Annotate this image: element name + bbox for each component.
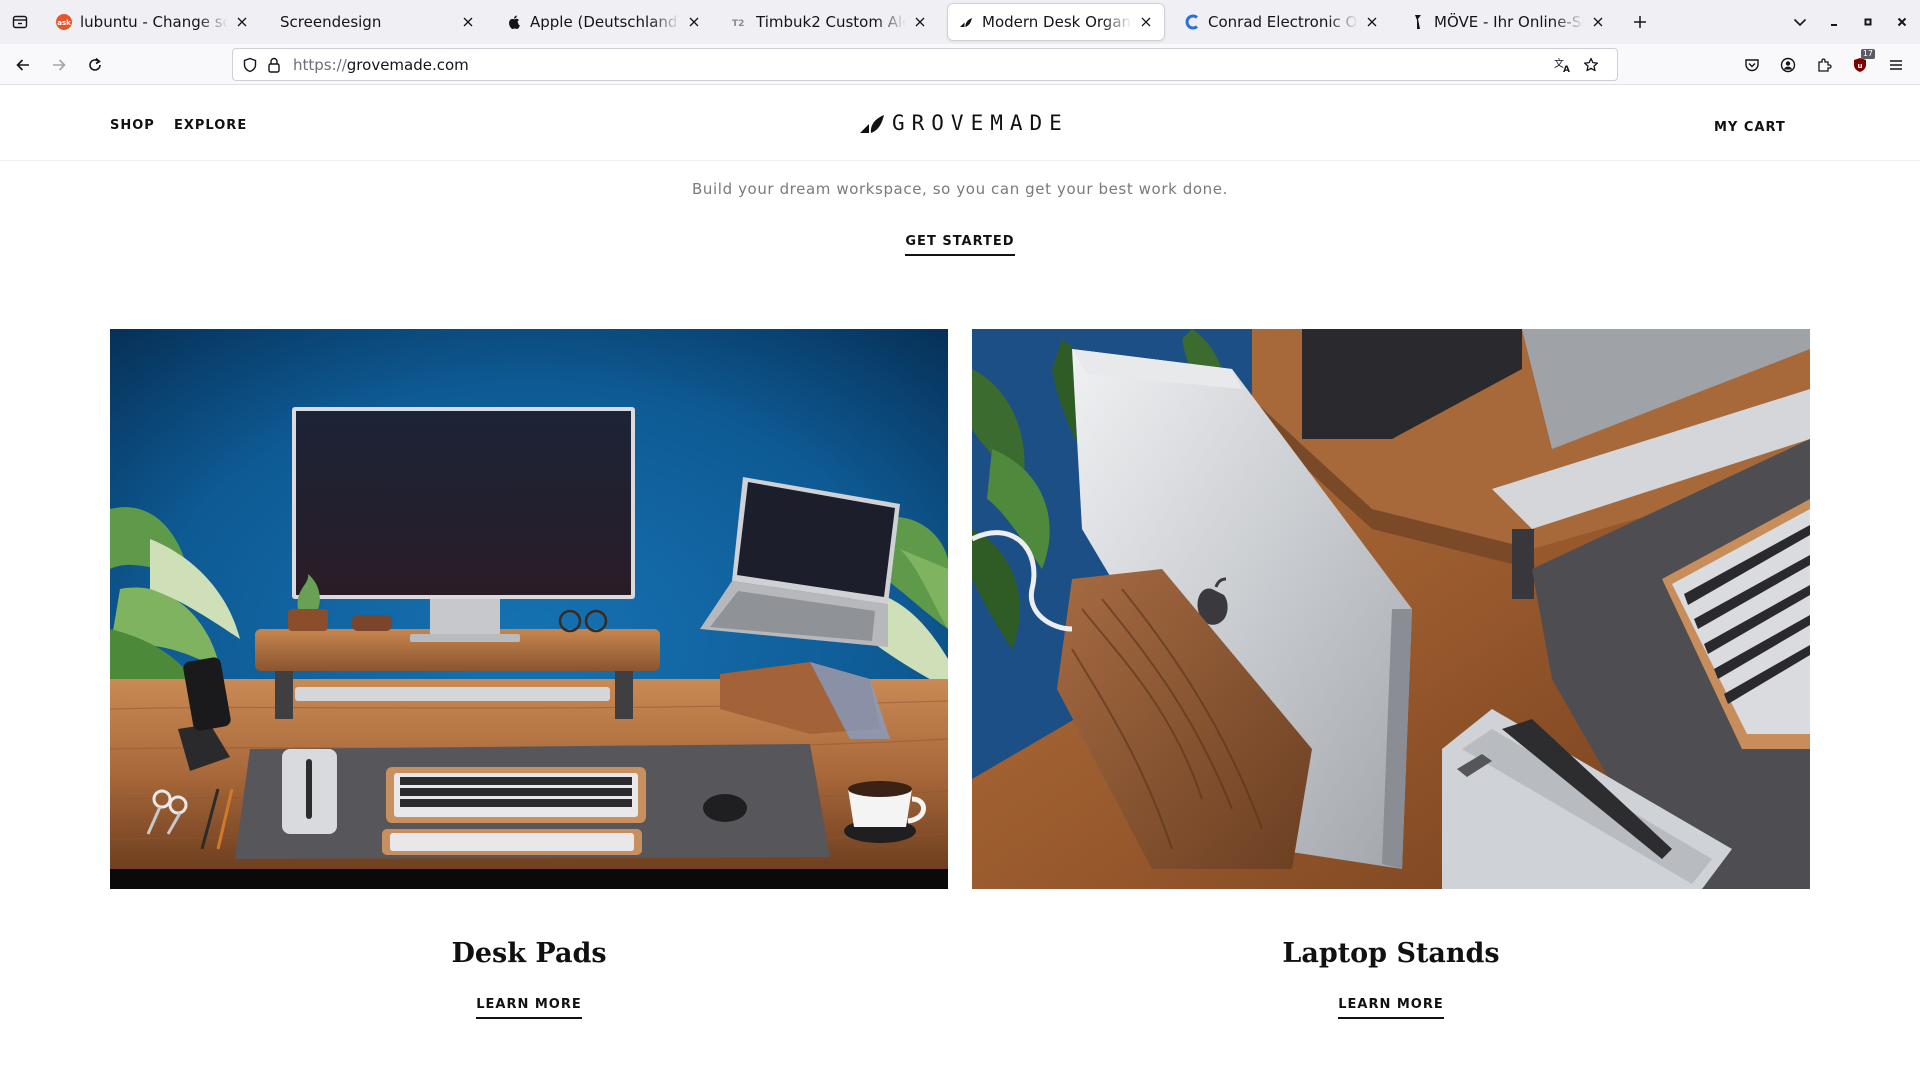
tab-title: Conrad Electronic Online <box>1208 13 1358 31</box>
maximize-button[interactable] <box>1856 10 1880 34</box>
tab-grovemade[interactable]: Modern Desk Organization <box>948 4 1164 40</box>
desk-pads-title[interactable]: Desk Pads <box>110 938 948 969</box>
tab-title: lubuntu - Change scrot on <box>80 13 228 31</box>
url-scheme: https:// <box>293 56 347 74</box>
new-tab-button[interactable] <box>1628 10 1652 34</box>
maximize-icon <box>1864 18 1872 26</box>
nav-toolbar: https://grovemade.com 文A u 17 <box>0 44 1920 85</box>
close-tab-icon[interactable] <box>1136 12 1156 32</box>
get-started-link[interactable]: GET STARTED <box>905 234 1015 256</box>
close-tab-icon[interactable] <box>684 12 704 32</box>
tab-timbuk2[interactable]: T2 Timbuk2 Custom Alcatraz <box>722 4 938 40</box>
account-icon <box>1780 57 1796 73</box>
close-tab-icon[interactable] <box>1588 12 1608 32</box>
grovemade-icon <box>958 14 974 30</box>
desk-pads-image[interactable] <box>110 329 948 889</box>
ask-ubuntu-icon: ask <box>56 14 72 30</box>
site-header: SHOP EXPLORE GROVEMADE MY CART <box>0 85 1920 161</box>
laptop-stands-cta: LEARN MORE <box>972 993 1810 1019</box>
timbuk2-icon: T2 <box>732 14 748 30</box>
chevron-down-icon <box>1793 18 1807 27</box>
desk-pads-cta: LEARN MORE <box>110 993 948 1019</box>
lock-icon[interactable] <box>263 54 285 76</box>
tab-title: Timbuk2 Custom Alcatraz <box>756 13 906 31</box>
laptop-stands-image[interactable] <box>972 329 1810 889</box>
minimize-button[interactable] <box>1822 10 1846 34</box>
apple-icon <box>506 14 522 30</box>
svg-text:u: u <box>1858 62 1863 70</box>
tab-screendesign[interactable]: Screendesign <box>270 4 486 40</box>
account-button[interactable] <box>1775 52 1801 78</box>
brand-name: GROVEMADE <box>892 111 1069 135</box>
tab-overflow-button[interactable] <box>1788 10 1812 34</box>
app-menu-button[interactable] <box>1883 52 1909 78</box>
tab-apple[interactable]: Apple (Deutschland) <box>496 4 712 40</box>
laptop-stands-learn-more-link[interactable]: LEARN MORE <box>1338 997 1444 1019</box>
forward-button[interactable] <box>46 52 72 78</box>
plus-icon <box>1634 16 1646 28</box>
nav-explore-link[interactable]: EXPLORE <box>174 118 247 133</box>
desk-pads-learn-more-link[interactable]: LEARN MORE <box>476 997 582 1019</box>
list-all-tabs-button[interactable] <box>8 10 32 34</box>
tab-title: Modern Desk Organization <box>982 13 1132 31</box>
nav-shop-link[interactable]: SHOP <box>110 118 155 133</box>
tab-title: Screendesign <box>280 13 382 31</box>
desk-setup-photo <box>110 329 948 889</box>
arrow-right-icon <box>53 59 66 71</box>
close-icon <box>1897 17 1907 27</box>
tab-lubuntu[interactable]: ask lubuntu - Change scrot on <box>46 4 260 40</box>
extensions-button[interactable] <box>1811 52 1837 78</box>
laptop-stands-title[interactable]: Laptop Stands <box>972 938 1810 969</box>
extension-badge: 17 <box>1860 49 1875 59</box>
tab-title: MÖVE - Ihr Online-Shop f <box>1434 13 1584 31</box>
minimize-icon <box>1831 24 1837 26</box>
my-cart-link[interactable]: MY CART <box>1714 120 1786 135</box>
reload-icon <box>89 57 101 71</box>
close-window-button[interactable] <box>1890 10 1914 34</box>
reload-button[interactable] <box>82 52 108 78</box>
close-tab-icon[interactable] <box>232 12 252 32</box>
grovemade-leaf-icon <box>860 115 884 133</box>
pocket-icon <box>1745 59 1759 72</box>
tab-moeve[interactable]: MÖVE - Ihr Online-Shop f <box>1400 4 1616 40</box>
translate-icon[interactable]: 文A <box>1552 54 1574 76</box>
pocket-button[interactable] <box>1739 52 1765 78</box>
tab-title: Apple (Deutschland) <box>530 13 680 31</box>
tab-strip: ask lubuntu - Change scrot on Screendesi… <box>0 0 1920 44</box>
svg-text:T2: T2 <box>732 19 744 27</box>
close-tab-icon[interactable] <box>910 12 930 32</box>
arrow-left-icon <box>16 59 29 71</box>
brand-logo[interactable]: GROVEMADE <box>860 111 1069 135</box>
back-button[interactable] <box>10 52 36 78</box>
url-host: grovemade.com <box>346 56 469 74</box>
svg-text:A: A <box>1563 65 1570 73</box>
hero-tagline: Build your dream workspace, so you can g… <box>692 180 1228 198</box>
laptop-stand-photo <box>972 329 1810 889</box>
close-tab-icon[interactable] <box>1362 12 1382 32</box>
tab-conrad[interactable]: Conrad Electronic Online <box>1174 4 1390 40</box>
ublock-button[interactable]: u 17 <box>1847 49 1875 78</box>
get-started-cta: GET STARTED <box>0 230 1920 256</box>
url-text[interactable]: https://grovemade.com <box>293 56 469 74</box>
address-bar[interactable]: https://grovemade.com 文A <box>232 48 1618 81</box>
conrad-icon <box>1184 14 1200 30</box>
moeve-icon <box>1410 14 1426 30</box>
close-tab-icon[interactable] <box>458 12 478 32</box>
svg-text:ask: ask <box>57 19 71 27</box>
puzzle-icon <box>1818 58 1832 72</box>
tracking-protection-icon[interactable] <box>239 54 261 76</box>
bookmark-star-icon[interactable] <box>1580 54 1602 76</box>
hamburger-menu-icon <box>1890 60 1902 70</box>
tabs-list-icon <box>12 15 28 29</box>
